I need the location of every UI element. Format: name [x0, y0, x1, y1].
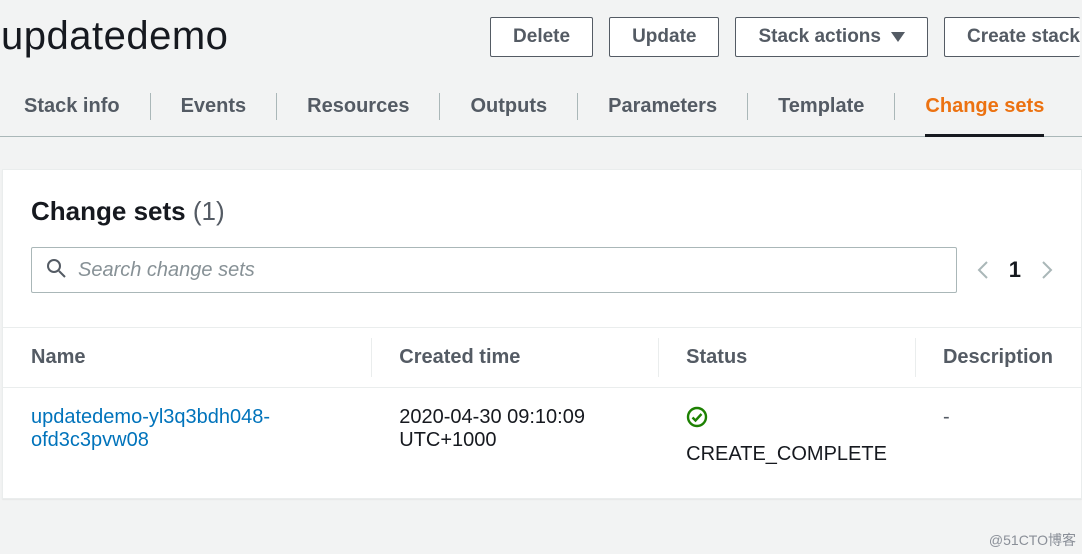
tabs: Stack info Events Resources Outputs Para… — [0, 77, 1082, 137]
update-button[interactable]: Update — [609, 17, 719, 57]
caret-down-icon — [891, 26, 905, 48]
change-sets-table: Name Created time Status Description upd… — [3, 327, 1081, 488]
col-created-time[interactable]: Created time — [371, 328, 658, 388]
search-input[interactable] — [78, 259, 942, 282]
create-stack-label: Create stack — [967, 26, 1080, 48]
search-icon — [46, 258, 66, 283]
change-set-name-link[interactable]: updatedemo-yl3q3bdh048-ofd3c3pvw08 — [31, 406, 270, 451]
pager-next[interactable] — [1041, 260, 1053, 280]
tab-stack-info[interactable]: Stack info — [24, 77, 120, 136]
pager-prev[interactable] — [977, 260, 989, 280]
panel-title-text: Change sets — [31, 196, 186, 226]
panel-count: (1) — [193, 196, 225, 226]
tab-divider — [439, 93, 440, 120]
tab-outputs[interactable]: Outputs — [470, 77, 547, 136]
tab-resources[interactable]: Resources — [307, 77, 409, 136]
panel-title: Change sets (1) — [31, 196, 225, 226]
stack-actions-button[interactable]: Stack actions — [735, 17, 928, 57]
tab-change-sets[interactable]: Change sets — [925, 77, 1044, 136]
page-title: updatedemo — [0, 14, 490, 59]
tab-divider — [577, 93, 578, 120]
tab-divider — [894, 93, 895, 120]
col-name[interactable]: Name — [3, 328, 371, 388]
create-stack-button[interactable]: Create stack — [944, 17, 1080, 57]
delete-button[interactable]: Delete — [490, 17, 593, 57]
status-label: CREATE_COMPLETE — [686, 438, 887, 470]
tab-divider — [276, 93, 277, 120]
tab-events[interactable]: Events — [181, 77, 247, 136]
tab-template[interactable]: Template — [778, 77, 864, 136]
watermark: @51CTO博客 — [989, 530, 1076, 550]
table-row: updatedemo-yl3q3bdh048-ofd3c3pvw08 2020-… — [3, 388, 1081, 489]
cell-description: - — [943, 406, 950, 428]
stack-actions-label: Stack actions — [758, 26, 881, 48]
pager: 1 — [977, 257, 1053, 283]
search-box[interactable] — [31, 247, 957, 293]
tab-parameters[interactable]: Parameters — [608, 77, 717, 136]
status-success-icon — [686, 406, 708, 428]
pager-page-number: 1 — [1009, 257, 1021, 283]
col-status[interactable]: Status — [658, 328, 915, 388]
tab-divider — [747, 93, 748, 120]
change-sets-panel: Change sets (1) 1 — [2, 169, 1082, 499]
action-buttons: Delete Update Stack actions Create stack — [490, 17, 1082, 57]
cell-created-time: 2020-04-30 09:10:09 UTC+1000 — [371, 388, 658, 489]
col-description[interactable]: Description — [915, 328, 1081, 388]
tab-divider — [150, 93, 151, 120]
